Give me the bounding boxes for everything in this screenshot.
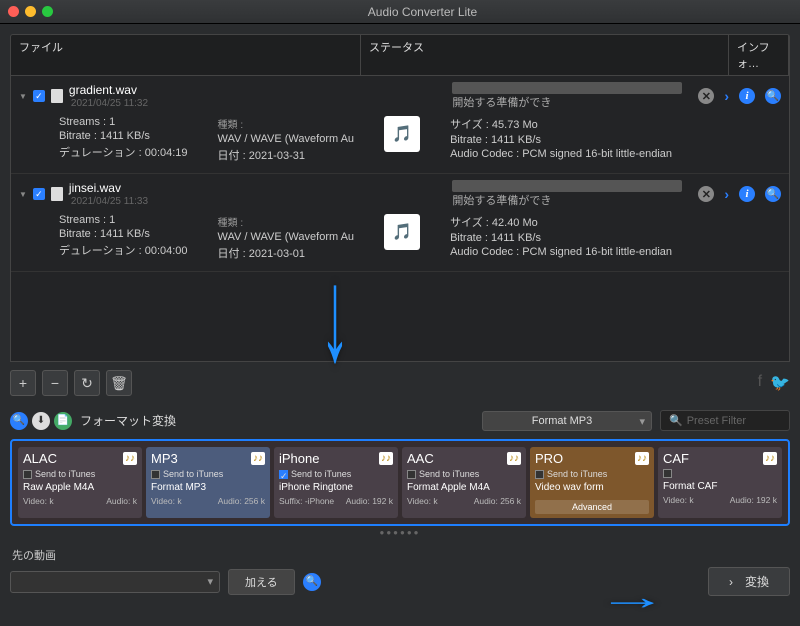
send-itunes-checkbox[interactable] <box>23 470 32 479</box>
pager-dots[interactable]: ●●●●●● <box>10 528 790 537</box>
format-section-label: フォーマット変換 <box>80 412 176 429</box>
copy-preset-icon[interactable]: 📄 <box>54 412 72 430</box>
kind: WAV / WAVE (Waveform Au <box>218 133 355 145</box>
thumbnail-icon: 🎵 <box>384 116 420 152</box>
codec: Audio Codec : PCM signed 16-bit little-e… <box>450 148 672 160</box>
file-row[interactable]: ▼ ✓ jinsei.wav 2021/04/25 11:33 開始する準備がで… <box>11 174 789 272</box>
preset-filter-input[interactable]: 🔍 Preset Filter <box>660 410 790 431</box>
format-card-alac[interactable]: ALAC♪♪ Send to iTunes Raw Apple M4A Vide… <box>18 447 142 518</box>
file-date: 2021/04/25 11:33 <box>71 196 148 207</box>
search-icon: 🔍 <box>669 414 683 427</box>
format-card-aac[interactable]: AAC♪♪ Send to iTunes Format Apple M4A Vi… <box>402 447 526 518</box>
convert-button[interactable]: › 変換 <box>708 567 790 596</box>
file-date-detail: 日付 : 2021-03-01 <box>218 245 355 261</box>
music-note-icon: ♪♪ <box>763 452 777 465</box>
send-itunes-checkbox[interactable] <box>535 470 544 479</box>
download-preset-icon[interactable]: ⬇ <box>32 412 50 430</box>
file-icon <box>51 187 63 201</box>
search-preset-icon[interactable]: 🔍 <box>10 412 28 430</box>
file-name: jinsei.wav <box>69 181 121 195</box>
search-icon[interactable]: 🔍 <box>765 186 781 202</box>
chevron-right-icon: › <box>729 575 733 589</box>
next-icon[interactable]: › <box>724 186 729 202</box>
size: サイズ : 45.73 Mo <box>450 116 672 132</box>
refresh-button[interactable]: ↻ <box>74 370 100 396</box>
file-date-detail: 日付 : 2021-03-31 <box>218 147 355 163</box>
window-title: Audio Converter Lite <box>53 5 792 19</box>
checkbox[interactable]: ✓ <box>33 90 45 102</box>
twitter-icon[interactable]: 🐦 <box>770 373 790 393</box>
add-destination-button[interactable]: 加える <box>228 569 295 595</box>
format-card-caf[interactable]: CAF♪♪ Format CAF Video: kAudio: 192 k <box>658 447 782 518</box>
destination-select[interactable] <box>10 571 220 593</box>
size: サイズ : 42.40 Mo <box>450 214 672 230</box>
bitrate2: Bitrate : 1411 KB/s <box>450 232 672 244</box>
format-header: 🔍 ⬇ 📄 フォーマット変換 Format MP3 🔍 Preset Filte… <box>10 410 790 431</box>
file-details: Streams : 1 Bitrate : 1411 KB/s デュレーション … <box>19 110 781 167</box>
file-list-header: ファイル ステータス インフォ… <box>10 34 790 76</box>
window-controls <box>8 6 53 17</box>
music-note-icon: ♪♪ <box>379 452 393 465</box>
bitrate2: Bitrate : 1411 KB/s <box>450 134 672 146</box>
format-cards: ALAC♪♪ Send to iTunes Raw Apple M4A Vide… <box>10 439 790 526</box>
progress-bar <box>452 82 682 94</box>
streams: Streams : 1 <box>59 214 188 226</box>
status-text: 開始する準備ができ <box>452 192 688 208</box>
music-note-icon: ♪♪ <box>123 452 137 465</box>
music-note-icon: ♪♪ <box>507 452 521 465</box>
music-note-icon: ♪♪ <box>251 452 265 465</box>
music-note-icon: ♪♪ <box>635 452 649 465</box>
add-button[interactable]: + <box>10 370 36 396</box>
col-status[interactable]: ステータス <box>361 35 729 75</box>
col-info[interactable]: インフォ… <box>729 35 789 75</box>
disclosure-icon[interactable]: ▼ <box>19 92 27 101</box>
file-list: ▼ ✓ gradient.wav 2021/04/25 11:32 開始する準備… <box>10 76 790 362</box>
remove-button[interactable]: − <box>42 370 68 396</box>
format-select[interactable]: Format MP3 <box>482 411 652 431</box>
list-toolbar: + − ↻ 🗑 f 🐦 <box>10 370 790 396</box>
file-icon <box>51 89 63 103</box>
disclosure-icon[interactable]: ▼ <box>19 190 27 199</box>
browse-icon[interactable]: 🔍 <box>303 573 321 591</box>
next-icon[interactable]: › <box>724 88 729 104</box>
file-name: gradient.wav <box>69 83 137 97</box>
col-file[interactable]: ファイル <box>11 35 361 75</box>
send-itunes-checkbox[interactable] <box>407 470 416 479</box>
cancel-icon[interactable]: ✕ <box>698 186 714 202</box>
facebook-icon[interactable]: f <box>758 373 762 393</box>
thumbnail-icon: 🎵 <box>384 214 420 250</box>
format-card-iphone[interactable]: iPhone♪♪ ✓Send to iTunes iPhone Ringtone… <box>274 447 398 518</box>
streams: Streams : 1 <box>59 116 188 128</box>
duration: デュレーション : 00:04:19 <box>59 144 188 160</box>
search-icon[interactable]: 🔍 <box>765 88 781 104</box>
file-details: Streams : 1 Bitrate : 1411 KB/s デュレーション … <box>19 208 781 265</box>
bitrate: Bitrate : 1411 KB/s <box>59 228 188 240</box>
format-card-mp3[interactable]: MP3♪♪ Send to iTunes Format MP3 Video: k… <box>146 447 270 518</box>
file-date: 2021/04/25 11:32 <box>71 98 148 109</box>
send-itunes-checkbox[interactable] <box>663 469 672 478</box>
duration: デュレーション : 00:04:00 <box>59 242 188 258</box>
cancel-icon[interactable]: ✕ <box>698 88 714 104</box>
minimize-window[interactable] <box>25 6 36 17</box>
info-icon[interactable]: i <box>739 88 755 104</box>
advanced-button[interactable]: Advanced <box>535 500 649 514</box>
file-row[interactable]: ▼ ✓ gradient.wav 2021/04/25 11:32 開始する準備… <box>11 76 789 174</box>
kind: WAV / WAVE (Waveform Au <box>218 231 355 243</box>
info-icon[interactable]: i <box>739 186 755 202</box>
kind-label: 種類 : <box>218 116 355 131</box>
zoom-window[interactable] <box>42 6 53 17</box>
bitrate: Bitrate : 1411 KB/s <box>59 130 188 142</box>
trash-button[interactable]: 🗑 <box>106 370 132 396</box>
checkbox[interactable]: ✓ <box>33 188 45 200</box>
kind-label: 種類 : <box>218 214 355 229</box>
progress-bar <box>452 180 682 192</box>
titlebar: Audio Converter Lite <box>0 0 800 24</box>
send-itunes-checkbox[interactable]: ✓ <box>279 470 288 479</box>
send-itunes-checkbox[interactable] <box>151 470 160 479</box>
destination-label: 先の動画 <box>12 547 790 563</box>
status-text: 開始する準備ができ <box>452 94 688 110</box>
format-card-pro[interactable]: PRO♪♪ Send to iTunes Video wav form Adva… <box>530 447 654 518</box>
codec: Audio Codec : PCM signed 16-bit little-e… <box>450 246 672 258</box>
close-window[interactable] <box>8 6 19 17</box>
